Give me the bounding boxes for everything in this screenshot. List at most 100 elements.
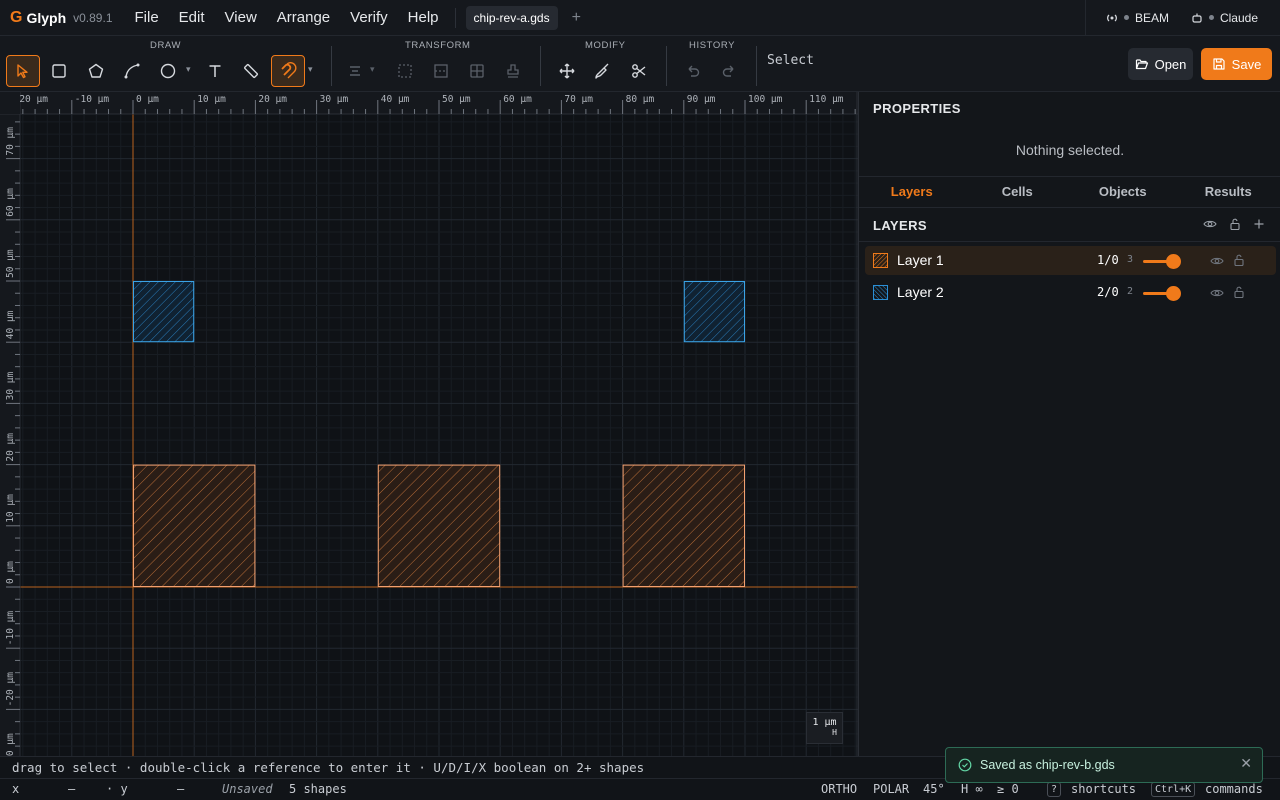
snap-tool-button[interactable] [271, 55, 305, 87]
unlock-icon[interactable] [1232, 253, 1246, 267]
properties-empty-text: Nothing selected. [1015, 142, 1125, 158]
check-circle-icon [958, 758, 972, 772]
canvas-drawing[interactable]: -20 µm -10 µm 0 µm 10 µm 20 µm 30 µm 40 µm 50 µ… [0, 92, 858, 756]
circle-tool-button[interactable] [151, 55, 185, 87]
eye-icon[interactable] [1210, 254, 1224, 268]
scale-bar-icon: H [832, 728, 837, 737]
cursor-x-value: — [68, 782, 76, 796]
text-tool-button[interactable] [198, 55, 232, 87]
ruler-x-label: 0 µm [136, 94, 159, 105]
align-button[interactable] [338, 55, 372, 87]
tab-cells[interactable]: Cells [965, 177, 1071, 207]
menu-arrange[interactable]: Arrange [277, 9, 330, 26]
tab-layers[interactable]: Layers [859, 177, 965, 207]
save-button[interactable]: Save [1201, 48, 1272, 80]
menu-edit[interactable]: Edit [179, 9, 205, 26]
eye-icon[interactable] [1203, 217, 1217, 231]
circle-icon [160, 63, 176, 79]
ruler-y-label: 50 µm [5, 249, 16, 278]
folder-open-icon [1135, 59, 1148, 70]
shortcuts-key: ? [1047, 782, 1062, 797]
eye-icon[interactable] [1210, 286, 1224, 300]
polar-toggle[interactable]: POLAR [873, 779, 909, 800]
path-tool-button[interactable] [115, 55, 149, 87]
move-button[interactable] [550, 55, 584, 87]
layer-name: Layer 1 [897, 252, 944, 268]
ortho-toggle[interactable]: ORTHO [821, 779, 857, 800]
close-icon[interactable]: ✕ [1240, 755, 1252, 772]
menu-verify[interactable]: Verify [350, 9, 388, 26]
tab-results[interactable]: Results [1176, 177, 1280, 207]
ruler-x-label: 70 µm [564, 94, 593, 105]
ruler-top [0, 92, 858, 114]
group-icon [398, 64, 412, 78]
angle-snap[interactable]: 45° [923, 779, 945, 800]
open-label: Open [1154, 56, 1187, 72]
undo-button[interactable] [676, 55, 710, 87]
add-icon[interactable] [1252, 217, 1266, 231]
snap-chevron-down-icon[interactable]: ▾ [308, 64, 313, 75]
paintbrush-icon [595, 63, 609, 79]
shape-count: 5 shapes [289, 782, 347, 796]
move-icon [559, 63, 575, 79]
select-tool-button[interactable] [6, 55, 40, 87]
ruler-y-label: 0 µm [5, 561, 16, 584]
ruler-x-label: 30 µm [320, 94, 349, 105]
align-icon [350, 66, 360, 76]
unlock-icon[interactable] [1228, 217, 1242, 231]
array-button[interactable] [424, 55, 458, 87]
ruler-x-label: 40 µm [381, 94, 410, 105]
group-button[interactable] [388, 55, 422, 87]
layer-id: 2/0 [1097, 285, 1119, 299]
commands-key: Ctrl+K [1151, 782, 1196, 797]
align-chevron-down-icon[interactable]: ▾ [370, 64, 375, 75]
toolbar: DRAW TRANSFORM MODIFY HISTORY ▾ ▾ ▾ Sele… [0, 36, 1280, 92]
toolbar-divider [331, 46, 332, 86]
curve-icon [124, 63, 140, 79]
menu-file[interactable]: File [135, 9, 159, 26]
main-menu: File Edit View Arrange Verify Help [135, 9, 439, 26]
scale-value: 1 µm [812, 717, 837, 728]
beam-status[interactable]: BEAM [1106, 11, 1169, 25]
shape-1-hatch [133, 464, 256, 587]
redo-button[interactable] [712, 55, 746, 87]
menu-view[interactable]: View [225, 9, 257, 26]
app-version: v0.89.1 [73, 10, 113, 25]
new-tab-icon[interactable]: + [572, 9, 581, 27]
ruler-x-label: 100 µm [748, 94, 783, 105]
scale-indicator: 1 µm H [806, 712, 843, 744]
text-icon [209, 65, 221, 77]
right-divider [1084, 0, 1086, 36]
ruler-y-label: 30 µm [5, 372, 16, 401]
circle-chevron-down-icon[interactable]: ▾ [186, 64, 191, 75]
layer-swatch-icon [873, 253, 888, 268]
stamp-button[interactable] [496, 55, 530, 87]
unlock-icon[interactable] [1232, 285, 1246, 299]
polygon-tool-button[interactable] [79, 55, 113, 87]
opacity-slider-handle[interactable] [1166, 254, 1181, 269]
open-button[interactable]: Open [1128, 48, 1193, 80]
menu-divider [454, 7, 456, 28]
ruler-corner [0, 92, 20, 114]
save-label: Save [1231, 56, 1262, 72]
array-icon [434, 64, 448, 78]
grid-icon [470, 64, 484, 78]
beam-dot [1123, 15, 1129, 20]
grid-button[interactable] [460, 55, 494, 87]
pointer-icon [17, 64, 28, 79]
tab-objects[interactable]: Objects [1070, 177, 1176, 207]
claude-status[interactable]: Claude [1191, 11, 1258, 25]
layer-row-2[interactable]: Layer 2 2/0 2 [865, 278, 1276, 307]
ruler-tool-button[interactable] [234, 55, 268, 87]
layout-canvas[interactable]: -20 µm -10 µm 0 µm 10 µm 20 µm 30 µm 40 µm 50 µ… [0, 92, 858, 756]
layers-header: LAYERS [859, 208, 1280, 242]
rectangle-tool-button[interactable] [42, 55, 76, 87]
cut-button[interactable] [622, 55, 656, 87]
opacity-slider-handle[interactable] [1166, 286, 1181, 301]
menu-help[interactable]: Help [408, 9, 439, 26]
ruler-x-label: 20 µm [258, 94, 287, 105]
layer-row-1[interactable]: Layer 1 1/0 3 [865, 246, 1276, 275]
file-tab[interactable]: chip-rev-a.gds [465, 5, 558, 30]
paint-button[interactable] [586, 55, 620, 87]
cursor-y-label: · y [106, 782, 128, 796]
